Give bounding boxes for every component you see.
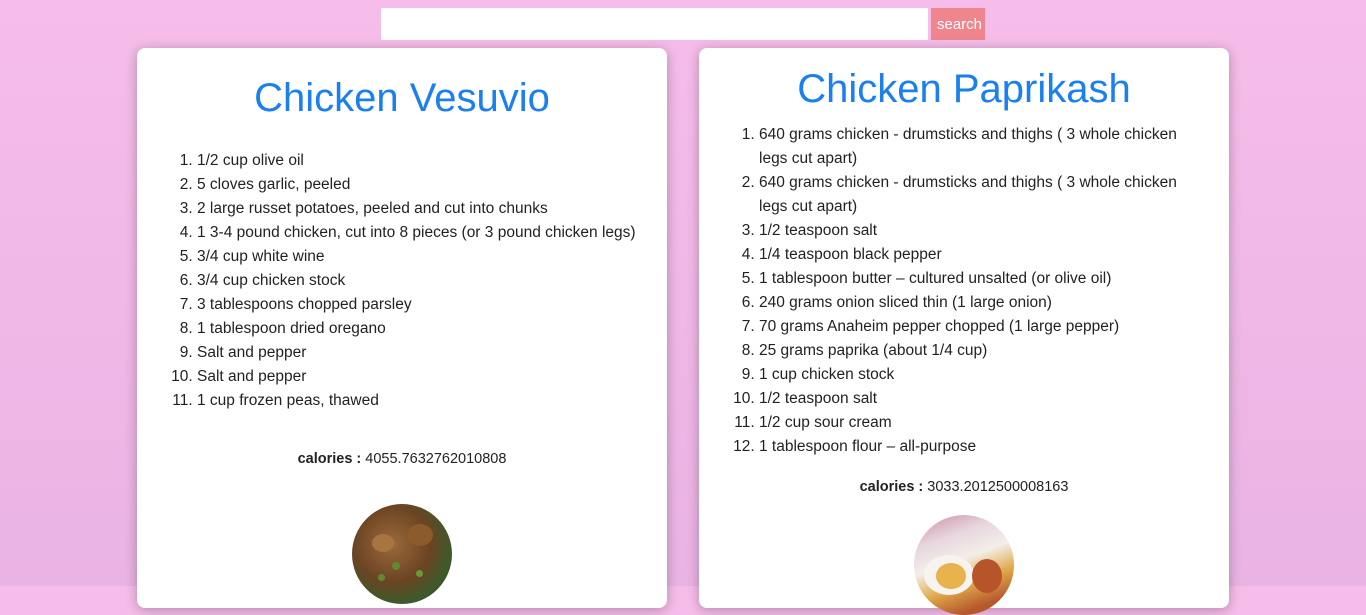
ingredient-item: 1 tablespoon dried oregano [197, 317, 657, 341]
calories-label: calories : [297, 451, 362, 467]
ingredient-item: 1 cup frozen peas, thawed [197, 389, 657, 413]
ingredient-item: 2 large russet potatoes, peeled and cut … [197, 197, 657, 221]
ingredient-item: Salt and pepper [197, 341, 657, 365]
recipe-card: Chicken Vesuvio 1/2 cup olive oil 5 clov… [137, 48, 667, 608]
recipe-image [914, 515, 1014, 615]
ingredient-item: 1 tablespoon butter – cultured unsalted … [759, 267, 1193, 291]
ingredient-item: 25 grams paprika (about 1/4 cup) [759, 339, 1193, 363]
recipe-image [352, 504, 452, 604]
search-input[interactable] [381, 8, 928, 40]
recipe-title: Chicken Paprikash [797, 67, 1131, 111]
ingredient-item: 5 cloves garlic, peeled [197, 173, 657, 197]
ingredient-item: 1 cup chicken stock [759, 363, 1193, 387]
calories-label: calories : [859, 479, 924, 495]
ingredient-item: 1 tablespoon flour – all-purpose [759, 435, 1193, 459]
ingredient-item: 1/2 cup olive oil [197, 149, 657, 173]
calories-value: 4055.7632762010808 [365, 451, 507, 467]
ingredient-item: 240 grams onion sliced thin (1 large oni… [759, 291, 1193, 315]
ingredient-item: 1/2 cup sour cream [759, 411, 1193, 435]
ingredient-item: 1 3-4 pound chicken, cut into 8 pieces (… [197, 221, 657, 245]
recipe-card: Chicken Paprikash 640 grams chicken - dr… [699, 48, 1229, 615]
ingredient-item: 1/4 teaspoon black pepper [759, 243, 1193, 267]
ingredient-list: 1/2 cup olive oil 5 cloves garlic, peele… [137, 149, 667, 413]
calories-line: calories : 3033.2012500008163 [699, 479, 1229, 495]
ingredient-item: Salt and pepper [197, 365, 657, 389]
recipe-title: Chicken Vesuvio [254, 76, 550, 120]
ingredient-item: 3/4 cup white wine [197, 245, 657, 269]
search-button[interactable]: search [931, 8, 985, 40]
ingredient-item: 1/2 teaspoon salt [759, 387, 1193, 411]
ingredient-item: 640 grams chicken - drumsticks and thigh… [759, 123, 1193, 171]
ingredient-item: 640 grams chicken - drumsticks and thigh… [759, 171, 1193, 219]
search-bar: search [381, 8, 985, 40]
calories-line: calories : 4055.7632762010808 [137, 451, 667, 467]
ingredient-item: 70 grams Anaheim pepper chopped (1 large… [759, 315, 1193, 339]
ingredient-item: 3/4 cup chicken stock [197, 269, 657, 293]
ingredient-item: 1/2 teaspoon salt [759, 219, 1193, 243]
ingredient-item: 3 tablespoons chopped parsley [197, 293, 657, 317]
ingredient-list: 640 grams chicken - drumsticks and thigh… [699, 123, 1229, 459]
calories-value: 3033.2012500008163 [927, 479, 1069, 495]
